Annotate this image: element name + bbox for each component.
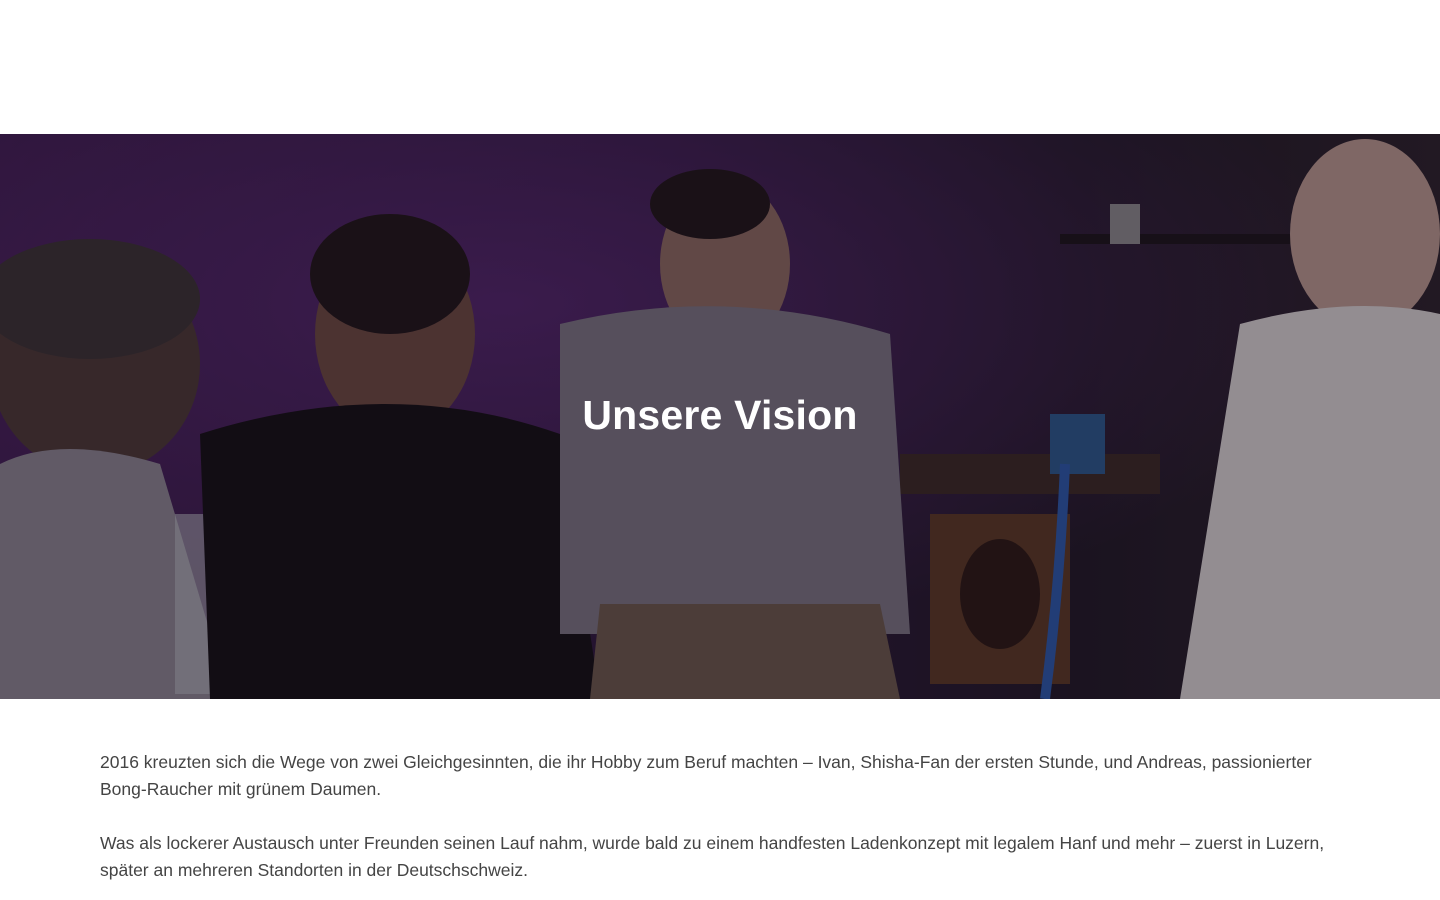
paragraph-intro: 2016 kreuzten sich die Wege von zwei Gle… [100, 752, 1312, 799]
hero-title: Unsere Vision [582, 392, 858, 438]
vision-text: 2016 kreuzten sich die Wege von zwei Gle… [0, 699, 1440, 884]
paragraph-history: Was als lockerer Austausch unter Freunde… [100, 833, 1325, 880]
hero-banner: Unsere Vision [0, 134, 1440, 699]
header-area [0, 0, 1440, 134]
